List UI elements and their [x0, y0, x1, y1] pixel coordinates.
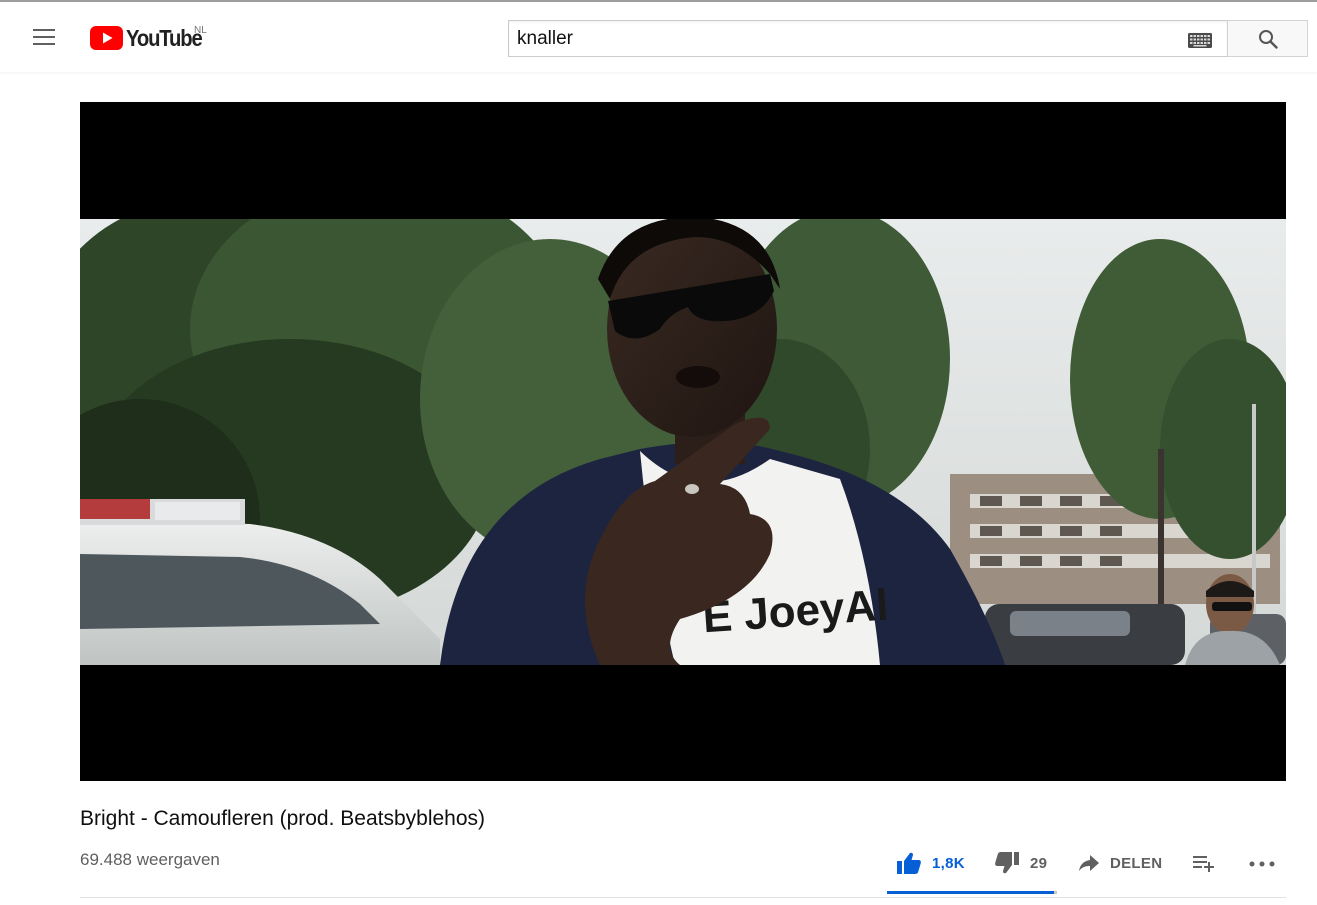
video-still-image: E JoeyAl — [80, 219, 1286, 665]
video-frame: E JoeyAl — [80, 219, 1286, 665]
add-to-playlist-icon — [1193, 856, 1214, 872]
masthead: YouTube NL — [0, 2, 1317, 72]
like-ratio-fill — [887, 891, 1054, 894]
like-dislike-ratio-bar — [887, 891, 1057, 894]
guide-menu-button[interactable] — [28, 22, 62, 52]
search-box — [508, 20, 1227, 57]
search-button[interactable] — [1227, 20, 1308, 57]
logo-wordmark: YouTube — [126, 24, 203, 51]
thumbs-up-icon — [897, 852, 921, 874]
share-button[interactable]: DELEN — [1078, 848, 1162, 878]
hamburger-menu-icon — [33, 29, 55, 45]
save-to-playlist-button[interactable] — [1192, 848, 1216, 878]
like-button[interactable]: 1,8K — [896, 848, 965, 878]
view-count: 69.488 weergaven — [80, 850, 220, 869]
keyboard-icon[interactable] — [1188, 33, 1212, 48]
video-player[interactable]: E JoeyAl — [80, 102, 1286, 781]
dislike-count: 29 — [1030, 854, 1048, 872]
magnifier-icon — [1258, 29, 1278, 49]
more-actions-button[interactable] — [1249, 848, 1275, 878]
share-label: DELEN — [1110, 854, 1163, 872]
dislike-button[interactable]: 29 — [994, 848, 1047, 878]
divider — [80, 897, 1286, 898]
youtube-play-logo-icon — [90, 26, 123, 50]
more-horizontal-icon — [1249, 861, 1275, 867]
like-count: 1,8K — [932, 854, 965, 872]
video-title: Bright - Camoufleren (prod. Beatsbybleho… — [80, 807, 486, 830]
country-code: NL — [194, 25, 207, 36]
thumbs-down-icon — [995, 852, 1019, 874]
share-arrow-icon — [1079, 855, 1099, 871]
search-input[interactable] — [517, 21, 1177, 56]
